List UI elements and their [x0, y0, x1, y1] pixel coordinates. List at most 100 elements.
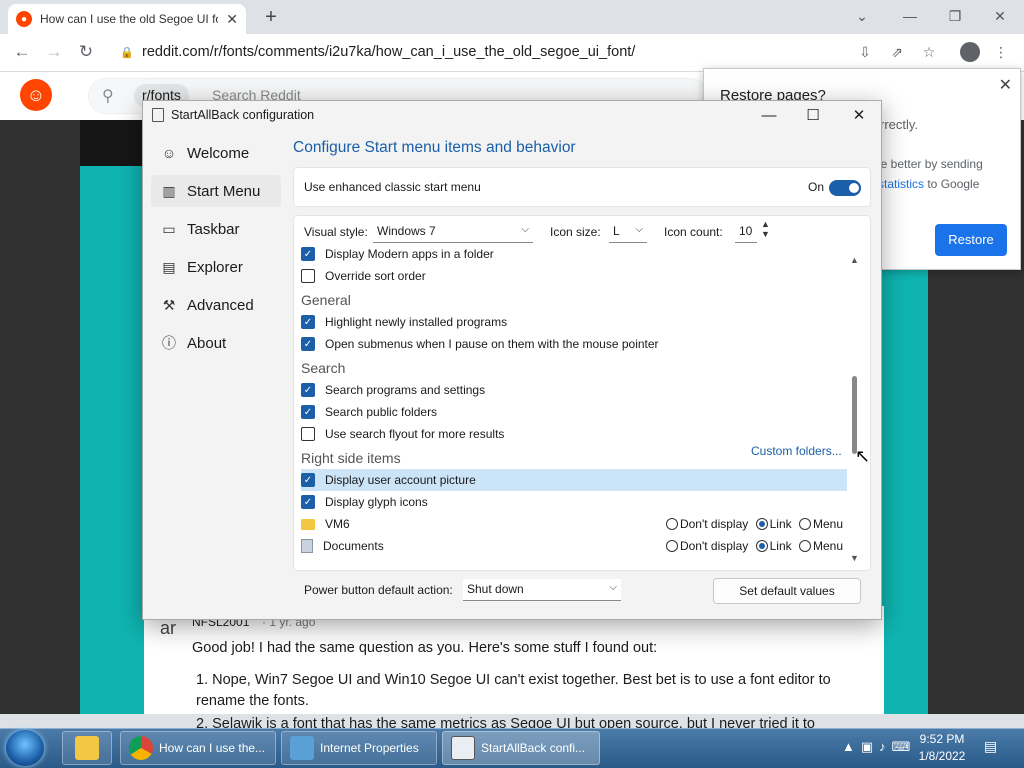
taskbar-item-startallback[interactable]: StartAllBack confi...	[442, 731, 600, 765]
lock-icon[interactable]: 🔒	[120, 46, 134, 59]
startallback-app-icon	[152, 108, 164, 122]
scroll-down-icon[interactable]: ▼	[850, 553, 859, 563]
tab-close-icon[interactable]: ✕	[226, 11, 238, 28]
checkbox-icon[interactable]: ✓	[301, 315, 315, 329]
address-bar[interactable]: reddit.com/r/fonts/comments/i2u7ka/how_c…	[142, 44, 635, 60]
restore-button[interactable]: Restore	[935, 224, 1007, 256]
enhanced-menu-label: Use enhanced classic start menu	[304, 180, 481, 194]
search-icon: ⚲	[102, 88, 114, 105]
dialog-close-icon[interactable]: ✕	[837, 103, 881, 129]
tab-search-icon[interactable]: ⌄	[842, 4, 882, 28]
dialog-maximize-icon[interactable]: ☐	[791, 103, 835, 129]
reload-icon[interactable]: ↻	[74, 41, 98, 63]
icon-count-stepper-icon[interactable]: ▲ ▼	[761, 219, 770, 239]
checkbox-icon[interactable]	[301, 427, 315, 441]
new-tab-button[interactable]: +	[260, 6, 282, 28]
option-row[interactable]: ✓ Display Modern apps in a folder	[301, 243, 847, 265]
visual-style-label: Visual style:	[304, 225, 368, 239]
tray-chevron-icon[interactable]: ▲	[842, 739, 861, 754]
dialog-title: StartAllBack configuration	[171, 108, 315, 122]
explorer-pin[interactable]	[62, 731, 112, 765]
section-label: General	[301, 292, 351, 308]
checkbox-icon[interactable]: ✓	[301, 247, 315, 261]
option-row[interactable]: ✓ Display user account picture	[301, 469, 847, 491]
radio-icon[interactable]	[665, 518, 678, 530]
taskbar-icon: ▭	[162, 220, 176, 237]
scrollbar-thumb[interactable]	[852, 376, 857, 454]
network-icon[interactable]: ▣	[861, 739, 879, 754]
checkbox-icon[interactable]: ✓	[301, 383, 315, 397]
clock-date[interactable]: 1/8/2022	[916, 749, 968, 763]
radio-icon[interactable]	[798, 540, 811, 552]
menu-dots-icon[interactable]: ⋮	[990, 41, 1012, 63]
set-default-values-button[interactable]: Set default values	[713, 578, 861, 604]
radio-icon[interactable]	[755, 518, 768, 530]
display-radio-group[interactable]: Don't display Link Menu	[665, 539, 843, 553]
clock-time[interactable]: 9:52 PM	[916, 732, 968, 746]
bookmark-star-icon[interactable]: ☆	[918, 41, 940, 63]
minimize-icon[interactable]: —	[890, 4, 930, 28]
start-menu-icon: ▥	[162, 182, 176, 199]
close-window-icon[interactable]: ✕	[980, 4, 1020, 28]
option-row[interactable]: ✓ Search public folders	[301, 401, 847, 423]
power-button-dropdown[interactable]: Shut down ⌵	[463, 579, 621, 601]
nav-taskbar[interactable]: ▭ Taskbar	[151, 213, 281, 245]
back-icon[interactable]: ←	[10, 41, 34, 63]
forward-icon[interactable]: →	[42, 41, 66, 63]
restore-window-icon[interactable]: ❐	[935, 4, 975, 28]
option-row[interactable]: ✓ Highlight newly installed programs	[301, 311, 847, 333]
statistics-link[interactable]: statistics	[878, 177, 924, 191]
option-row[interactable]: Override sort order	[301, 265, 847, 287]
display-radio-group[interactable]: Don't display Link Menu	[665, 517, 843, 531]
visual-style-dropdown[interactable]: Windows 7 ⌵	[373, 221, 533, 243]
chevron-down-icon: ⌵	[609, 582, 617, 593]
nav-start-menu[interactable]: ▥ Start Menu	[151, 175, 281, 207]
system-tray[interactable]: ▲▣♪⌨	[842, 739, 916, 755]
dialog-minimize-icon[interactable]: —	[747, 103, 791, 129]
folder-icon	[301, 518, 315, 530]
checkbox-icon[interactable]	[301, 269, 315, 283]
radio-icon[interactable]	[798, 518, 811, 530]
checkbox-icon[interactable]: ✓	[301, 495, 315, 509]
option-row[interactable]: ✓ Display glyph icons	[301, 491, 847, 513]
install-app-icon[interactable]: ⇩	[854, 41, 876, 63]
icon-count-input[interactable]: 10	[735, 221, 757, 243]
checkbox-icon[interactable]: ✓	[301, 337, 315, 351]
restore-message-3: statistics to Google	[878, 177, 980, 191]
taskbar-item-internet-properties[interactable]: Internet Properties	[281, 731, 437, 765]
share-icon[interactable]: ⇗	[886, 41, 908, 63]
notification-icon[interactable]: ▤	[984, 738, 997, 755]
option-row[interactable]: ✓ Open submenus when I pause on them with…	[301, 333, 847, 355]
reddit-logo-icon[interactable]: ☺	[20, 79, 52, 111]
nav-about[interactable]: ⓘ About	[151, 327, 281, 359]
volume-icon[interactable]: ♪	[879, 739, 892, 754]
browser-tab[interactable]: ● How can I use the old Segoe UI font ✕	[8, 4, 246, 34]
radio-icon[interactable]	[665, 540, 678, 552]
enhanced-menu-state: On	[808, 180, 825, 194]
profile-avatar-icon[interactable]	[960, 42, 980, 62]
comment-text: Good job! I had the same question as you…	[192, 640, 658, 656]
startallback-icon	[451, 736, 475, 760]
radio-icon[interactable]	[755, 540, 768, 552]
custom-folders-link[interactable]: Custom folders...	[751, 444, 842, 458]
folder-row[interactable]: VM6 Don't display Link Menu	[301, 513, 847, 535]
taskbar-item-chrome[interactable]: How can I use the...	[120, 731, 276, 765]
restore-message-2: ne better by sending	[874, 157, 983, 171]
option-row[interactable]: ✓ Search programs and settings	[301, 379, 847, 401]
file-explorer-icon	[75, 736, 99, 760]
nav-welcome[interactable]: ☺ Welcome	[151, 137, 281, 169]
folder-row[interactable]: Documents Don't display Link Menu	[301, 535, 847, 557]
nav-advanced[interactable]: ⚒ Advanced	[151, 289, 281, 321]
comment-avatar-icon[interactable]: ar	[160, 618, 184, 642]
popup-close-icon[interactable]: ✕	[999, 75, 1012, 95]
start-button-icon[interactable]	[6, 730, 44, 766]
checkbox-icon[interactable]: ✓	[301, 405, 315, 419]
scroll-up-icon[interactable]: ▲	[850, 255, 859, 265]
ime-icon[interactable]: ⌨	[892, 739, 917, 754]
option-row[interactable]: Use search flyout for more results	[301, 423, 847, 445]
power-button-label: Power button default action:	[304, 583, 453, 597]
checkbox-icon[interactable]: ✓	[301, 473, 315, 487]
section-label: Right side items	[301, 450, 401, 466]
nav-explorer[interactable]: ▤ Explorer	[151, 251, 281, 283]
icon-size-dropdown[interactable]: L ⌵	[609, 221, 647, 243]
